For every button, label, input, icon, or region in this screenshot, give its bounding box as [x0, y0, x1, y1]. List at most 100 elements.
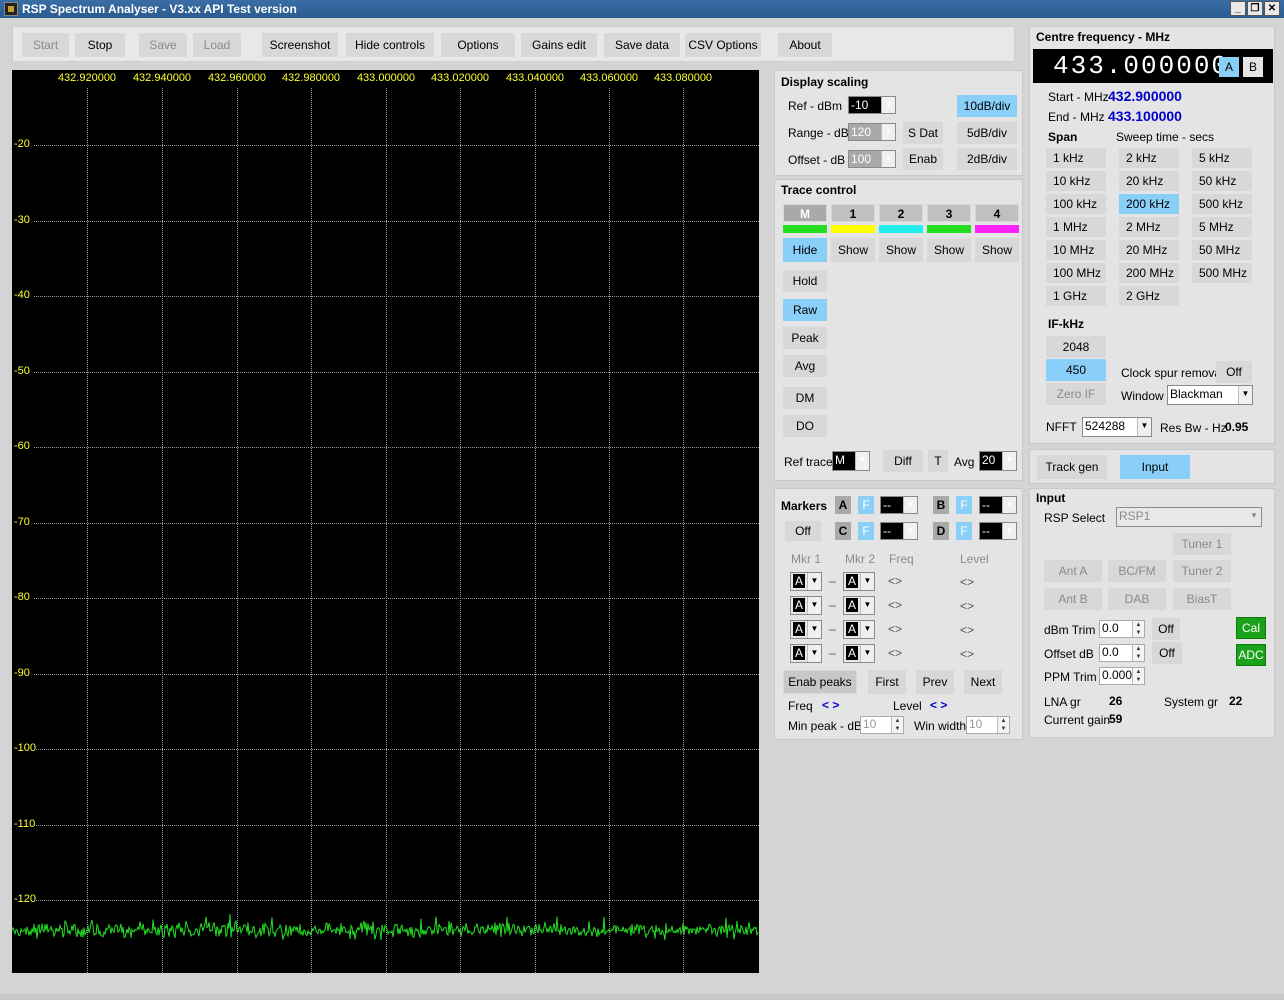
- ant-a-button[interactable]: Ant A: [1044, 560, 1102, 582]
- hold-button[interactable]: Hold: [783, 270, 827, 292]
- clock-spur-toggle[interactable]: Off: [1216, 361, 1252, 383]
- t-button[interactable]: T: [928, 450, 948, 472]
- enab-button[interactable]: Enab: [903, 148, 943, 170]
- stop-button[interactable]: Stop: [75, 33, 125, 57]
- span-button-1mhz[interactable]: 1 MHz: [1046, 217, 1106, 237]
- ant-b-button[interactable]: Ant B: [1044, 588, 1102, 610]
- offset-db-toggle[interactable]: Off: [1152, 642, 1182, 664]
- marker-row-mkr1-select[interactable]: A ▼: [790, 572, 822, 591]
- csv-options-button[interactable]: CSV Options: [685, 33, 761, 57]
- marker-a-button[interactable]: A: [835, 496, 851, 514]
- trace-m-header[interactable]: M: [783, 204, 827, 222]
- save-data-button[interactable]: Save data: [604, 33, 680, 57]
- 2db-div-button[interactable]: 2dB/div: [957, 148, 1017, 170]
- marker-c-f-button[interactable]: F: [858, 522, 874, 540]
- nfft-select[interactable]: 524288 ▼: [1082, 417, 1152, 437]
- trace-m-visibility-button[interactable]: Hide: [783, 238, 827, 262]
- marker-c-button[interactable]: C: [835, 522, 851, 540]
- marker-row-mkr2-select[interactable]: A ▼: [843, 644, 875, 663]
- trace-1-visibility-button[interactable]: Show: [831, 238, 875, 262]
- tuner1-button[interactable]: Tuner 1: [1173, 533, 1231, 555]
- marker-c-mode-select[interactable]: -- ▼: [880, 522, 918, 540]
- span-button-1ghz[interactable]: 1 GHz: [1046, 286, 1106, 306]
- min-peak-input[interactable]: 10 ▲ ▼: [860, 716, 904, 734]
- marker-row-mkr2-select[interactable]: A ▼: [843, 596, 875, 615]
- ref-dbm-select[interactable]: -10 ▼: [848, 96, 896, 114]
- tuner2-button[interactable]: Tuner 2: [1173, 560, 1231, 582]
- marker-row-mkr1-select[interactable]: A ▼: [790, 644, 822, 663]
- 5db-div-button[interactable]: 5dB/div: [957, 122, 1017, 144]
- dm-button[interactable]: DM: [783, 387, 827, 409]
- span-button-1khz[interactable]: 1 kHz: [1046, 148, 1106, 168]
- trace-4-visibility-button[interactable]: Show: [975, 238, 1019, 262]
- prev-button[interactable]: Prev: [916, 670, 954, 694]
- sdat-button[interactable]: S Dat: [903, 122, 943, 144]
- span-button-2ghz[interactable]: 2 GHz: [1119, 286, 1179, 306]
- options-button[interactable]: Options: [441, 33, 515, 57]
- ref-trace-select[interactable]: M ▼: [832, 451, 870, 471]
- hide-controls-button[interactable]: Hide controls: [346, 33, 434, 57]
- span-button-2mhz[interactable]: 2 MHz: [1119, 217, 1179, 237]
- marker-row-mkr1-select[interactable]: A ▼: [790, 620, 822, 639]
- win-width-input[interactable]: 10 ▲ ▼: [966, 716, 1010, 734]
- trace-2-visibility-button[interactable]: Show: [879, 238, 923, 262]
- load-button[interactable]: Load: [193, 33, 241, 57]
- tab-input[interactable]: Input: [1120, 455, 1190, 479]
- trace-3-visibility-button[interactable]: Show: [927, 238, 971, 262]
- span-button-2khz[interactable]: 2 kHz: [1119, 148, 1179, 168]
- about-button[interactable]: About: [778, 33, 832, 57]
- span-button-20khz[interactable]: 20 kHz: [1119, 171, 1179, 191]
- cal-button[interactable]: Cal: [1236, 617, 1266, 639]
- marker-d-f-button[interactable]: F: [956, 522, 972, 540]
- restore-button[interactable]: ❐: [1247, 1, 1263, 16]
- span-button-10mhz[interactable]: 10 MHz: [1046, 240, 1106, 260]
- start-mhz-value[interactable]: 432.900000: [1108, 88, 1182, 104]
- marker-row-mkr2-select[interactable]: A ▼: [843, 620, 875, 639]
- peak-button[interactable]: Peak: [783, 327, 827, 349]
- offset-db-input[interactable]: 0.0 ▲ ▼: [1099, 644, 1145, 662]
- start-button[interactable]: Start: [22, 33, 69, 57]
- trace-2-header[interactable]: 2: [879, 204, 923, 222]
- marker-b-f-button[interactable]: F: [956, 496, 972, 514]
- 10db-div-button[interactable]: 10dB/div: [957, 95, 1017, 117]
- span-button-5khz[interactable]: 5 kHz: [1192, 148, 1252, 168]
- marker-row-mkr1-select[interactable]: A ▼: [790, 596, 822, 615]
- rsp-select-dropdown[interactable]: RSP1 ▼: [1116, 507, 1262, 527]
- marker-b-mode-select[interactable]: -- ▼: [979, 496, 1017, 514]
- span-button-100mhz[interactable]: 100 MHz: [1046, 263, 1106, 283]
- span-button-500khz[interactable]: 500 kHz: [1192, 194, 1252, 214]
- raw-button[interactable]: Raw: [783, 299, 827, 321]
- marker-b-button[interactable]: B: [933, 496, 949, 514]
- window-select[interactable]: Blackman ▼: [1167, 385, 1253, 405]
- markers-off-button[interactable]: Off: [785, 521, 821, 541]
- vfo-a-button[interactable]: A: [1219, 57, 1239, 77]
- span-button-5mhz[interactable]: 5 MHz: [1192, 217, 1252, 237]
- level-nav-arrows[interactable]: < >: [930, 698, 947, 712]
- ppm-trim-input[interactable]: 0.000 ▲ ▼: [1099, 667, 1145, 685]
- centre-frequency-display[interactable]: 433.000000 A B: [1033, 49, 1273, 83]
- span-button-10khz[interactable]: 10 kHz: [1046, 171, 1106, 191]
- save-button[interactable]: Save: [139, 33, 187, 57]
- span-button-50mhz[interactable]: 50 MHz: [1192, 240, 1252, 260]
- range-db-select[interactable]: 120 ▼: [848, 123, 896, 141]
- span-button-50khz[interactable]: 50 kHz: [1192, 171, 1252, 191]
- zero-if-button[interactable]: Zero IF: [1046, 383, 1106, 405]
- trace-4-header[interactable]: 4: [975, 204, 1019, 222]
- span-button-100khz[interactable]: 100 kHz: [1046, 194, 1106, 214]
- marker-a-f-button[interactable]: F: [858, 496, 874, 514]
- spectrum-plot[interactable]: 432.920000 432.940000 432.960000 432.980000…: [12, 70, 759, 973]
- gains-edit-button[interactable]: Gains edit: [521, 33, 597, 57]
- close-button[interactable]: ✕: [1264, 1, 1280, 16]
- dab-button[interactable]: DAB: [1108, 588, 1166, 610]
- tab-track-gen[interactable]: Track gen: [1037, 455, 1107, 479]
- diff-button[interactable]: Diff: [883, 450, 923, 472]
- dbm-trim-toggle[interactable]: Off: [1152, 618, 1180, 640]
- span-button-200mhz[interactable]: 200 MHz: [1119, 263, 1179, 283]
- first-button[interactable]: First: [868, 670, 906, 694]
- marker-d-mode-select[interactable]: -- ▼: [979, 522, 1017, 540]
- if-450-button[interactable]: 450: [1046, 359, 1106, 381]
- vfo-b-button[interactable]: B: [1243, 57, 1263, 77]
- marker-row-mkr2-select[interactable]: A ▼: [843, 572, 875, 591]
- biast-button[interactable]: BiasT: [1173, 588, 1231, 610]
- span-button-20mhz[interactable]: 20 MHz: [1119, 240, 1179, 260]
